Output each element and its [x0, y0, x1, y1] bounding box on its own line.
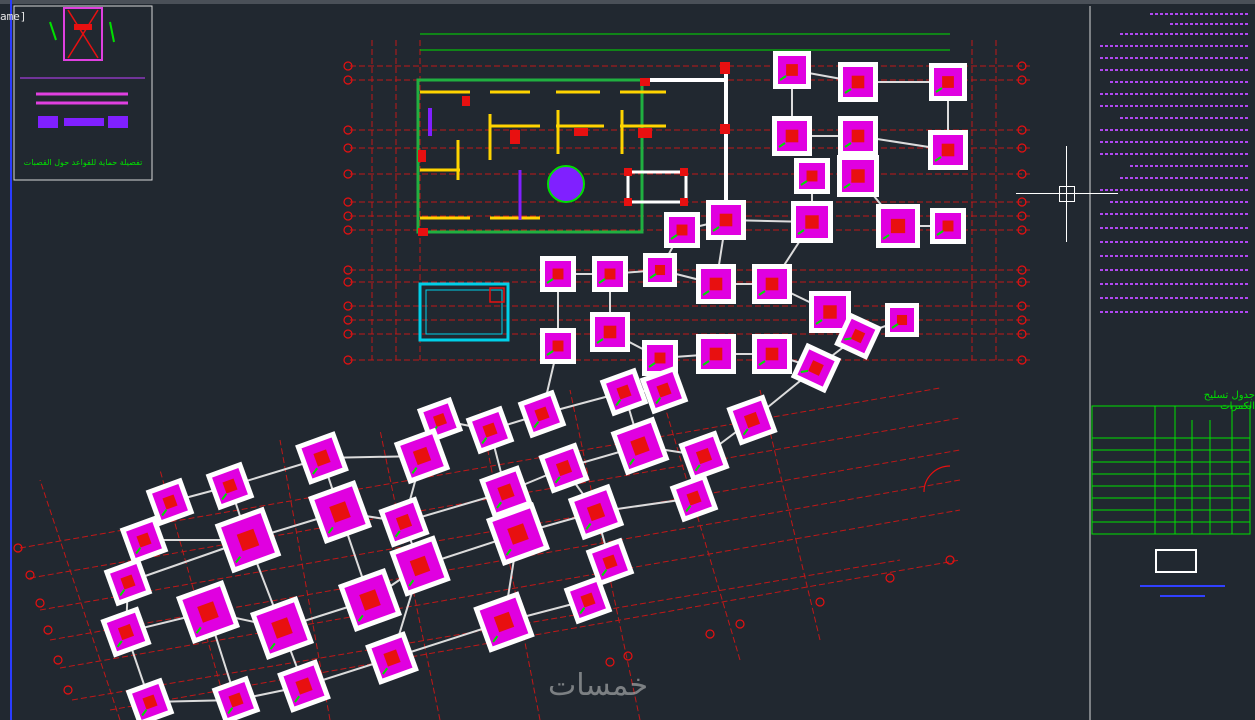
footing	[337, 567, 403, 633]
footing	[643, 253, 677, 287]
footing	[696, 334, 736, 374]
footing	[125, 677, 175, 720]
footing	[365, 631, 419, 685]
detail-box	[13, 5, 153, 181]
footing	[885, 303, 919, 337]
footing	[773, 51, 811, 89]
footing	[540, 328, 576, 364]
footing	[837, 155, 879, 197]
footing	[592, 256, 628, 292]
water-tank	[418, 282, 510, 342]
footing	[599, 367, 649, 417]
existing-building	[416, 62, 730, 236]
footing	[838, 62, 878, 102]
detail-caption: تفصيلة حماية للقواعد حول القصبات	[23, 158, 143, 167]
footing	[103, 557, 153, 607]
footing	[465, 405, 515, 455]
crosshair-icon	[1016, 146, 1118, 242]
dimension-line	[420, 33, 950, 51]
footing	[838, 116, 878, 156]
footing	[752, 334, 792, 374]
footing	[100, 606, 152, 658]
footing	[214, 506, 282, 574]
footing	[205, 461, 255, 511]
footing	[928, 130, 968, 170]
footing	[726, 394, 778, 446]
grid-lines	[350, 40, 1030, 361]
footing	[517, 389, 567, 439]
footing	[249, 595, 315, 661]
footing	[794, 158, 830, 194]
footing	[540, 256, 576, 292]
footing	[876, 204, 920, 248]
footing	[590, 312, 630, 352]
footing	[696, 264, 736, 304]
footing	[175, 579, 241, 645]
viewport-label: ame]	[0, 10, 27, 23]
footing	[664, 212, 700, 248]
footing	[307, 479, 373, 545]
footing	[567, 483, 625, 541]
footings	[100, 51, 968, 720]
footing	[791, 201, 833, 243]
footing	[706, 200, 746, 240]
watermark: خمسات	[548, 668, 649, 703]
cad-viewport[interactable]: ame] تفصيلة حماية للقواعد حول القصبات جد…	[0, 0, 1255, 720]
footing	[610, 416, 670, 476]
footing	[669, 473, 719, 523]
footing	[678, 430, 730, 482]
footing	[772, 116, 812, 156]
footing	[752, 264, 792, 304]
schedule-title: جدول تسليح الكمرات	[1203, 390, 1255, 412]
footing	[790, 342, 842, 394]
footing	[295, 431, 349, 485]
footing	[277, 659, 331, 713]
footing	[930, 208, 966, 244]
footing	[929, 63, 967, 101]
legend-graphic	[1140, 549, 1225, 597]
general-notes	[1100, 13, 1250, 313]
beam-schedule-table	[1091, 405, 1251, 535]
cad-drawing[interactable]	[0, 0, 1255, 720]
